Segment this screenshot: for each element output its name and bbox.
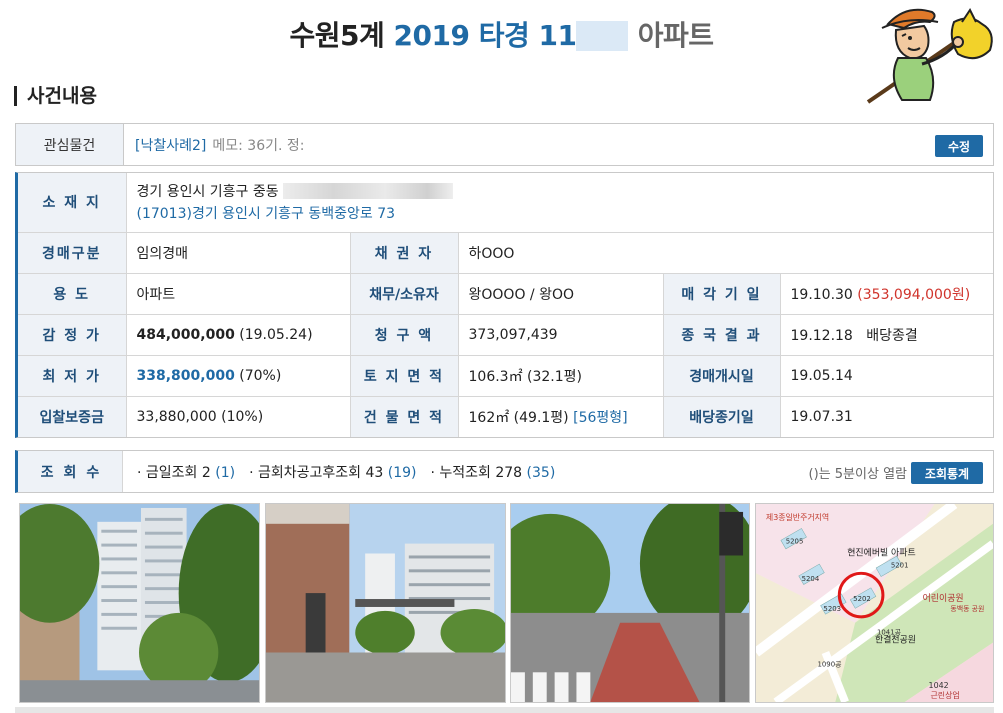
case-info-table: 소 재 지 경기 용인시 기흥구 중동 (17013)경기 용인시 기흥구 동백… (15, 172, 994, 438)
claim-label: 청 구 액 (349, 313, 458, 355)
map-lot-5205: 5205 (786, 538, 804, 546)
map-lot-1090: 1090공 (817, 660, 841, 668)
redacted-block (576, 21, 629, 51)
final-result-label: 종 국 결 과 (662, 313, 780, 355)
memo-row: 관심물건 [낙찰사례2] 메모: 36기. 정: 수정 (15, 123, 994, 166)
building-area-label: 건 물 면 적 (349, 395, 458, 437)
title-case-number: 2019 타경 11 (393, 19, 577, 52)
views-today: · 금일조회 2 (1) (137, 464, 236, 481)
view-stats-button[interactable]: 조회통계 (911, 462, 983, 484)
address-line1: 경기 용인시 기흥구 중동 (137, 181, 984, 201)
dividend-deadline-label: 배당종기일 (662, 395, 780, 437)
use-value: 아파트 (125, 272, 350, 314)
use-label: 용 도 (18, 272, 126, 314)
memo-label: 관심물건 (16, 124, 124, 165)
land-area-value: 106.3㎡ (32.1평) (457, 354, 663, 396)
address-line2[interactable]: (17013)경기 용인시 기흥구 동백중앙로 73 (137, 203, 984, 223)
location-map[interactable]: 제3종일반주거지역 현진에버빌 아파트 어린이공원 동백동 공원 한결천공원 근… (755, 503, 994, 703)
building-type-link[interactable]: [56평형] (573, 410, 628, 426)
property-photo-1[interactable] (19, 503, 260, 703)
sale-date-label: 매 각 기 일 (662, 272, 780, 314)
location-label: 소 재 지 (18, 173, 126, 232)
start-date-label: 경매개시일 (662, 354, 780, 396)
creditor-label: 채 권 자 (349, 231, 458, 273)
min-price-label: 최 저 가 (18, 354, 126, 396)
views-label: 조회수 (18, 451, 123, 492)
map-lot-5202: 5202 (853, 595, 871, 603)
start-date-value: 19.05.14 (779, 354, 993, 396)
map-lot-1041: 1041공 (877, 629, 901, 637)
land-area-label: 토 지 면 적 (349, 354, 458, 396)
deposit-value: 33,880,000 (10%) (125, 395, 350, 437)
edit-button[interactable]: 수정 (935, 135, 983, 157)
views-since-notice: · 금회차공고후조회 43 (19) (249, 464, 417, 481)
map-lot-5204: 5204 (802, 575, 820, 583)
map-label-zoning: 제3종일반주거지역 (766, 512, 829, 522)
memo-text: 메모: 36기. 정: (212, 137, 305, 154)
section-title: 사건내용 (14, 86, 97, 106)
min-price-value: 338,800,000 (70%) (125, 354, 350, 396)
map-label-park1: 어린이공원 (923, 593, 964, 604)
appraisal-label: 감 정 가 (18, 313, 126, 355)
debtor-label: 채무/소유자 (349, 272, 458, 314)
creditor-value: 하OOO (457, 231, 993, 273)
building-area-value: 162㎡ (49.1평) [56평형] (457, 395, 663, 437)
map-label-park2: 동백동 공원 (950, 604, 984, 613)
title-property-type: 아파트 (637, 19, 714, 52)
views-total: · 누적조회 278 (35) (430, 464, 556, 481)
redacted-address (283, 183, 454, 200)
dividend-deadline-value: 19.07.31 (779, 395, 993, 437)
claim-value: 373,097,439 (457, 313, 663, 355)
property-photo-3[interactable] (510, 503, 750, 703)
auction-type-label: 경매구분 (18, 231, 126, 273)
map-lot-5201: 5201 (891, 561, 909, 569)
caption-strip (15, 707, 994, 713)
title-court: 수원5계 (289, 19, 385, 52)
map-label-commercial: 근린상업 (931, 690, 960, 700)
debtor-value: 왕OOOO / 왕OO (457, 272, 663, 314)
memo-case-link[interactable]: [낙찰사례2] (135, 135, 206, 155)
auction-type-value: 임의경매 (125, 231, 350, 273)
sale-price: (353,094,000원) (857, 286, 971, 303)
mascot-illustration (858, 2, 998, 110)
map-label-complex: 현진에버빌 아파트 (847, 547, 915, 558)
views-note: ()는 5분이상 열람 (808, 467, 907, 482)
appraisal-value: 484,000,000 (19.05.24) (125, 313, 350, 355)
property-photo-2[interactable] (265, 503, 506, 703)
map-lot-5203: 5203 (823, 605, 841, 613)
views-row: 조회수 · 금일조회 2 (1) · 금회차공고후조회 43 (19) · 누적… (15, 450, 994, 493)
page-title: 수원5계 2019 타경 11 아파트 (0, 14, 1003, 54)
final-result-value: 19.12.18 배당종결 (779, 313, 993, 355)
deposit-label: 입찰보증금 (18, 395, 126, 437)
sale-date-value: 19.10.30 (353,094,000원) (779, 272, 993, 314)
map-lot-1042: 1042 (929, 681, 949, 690)
